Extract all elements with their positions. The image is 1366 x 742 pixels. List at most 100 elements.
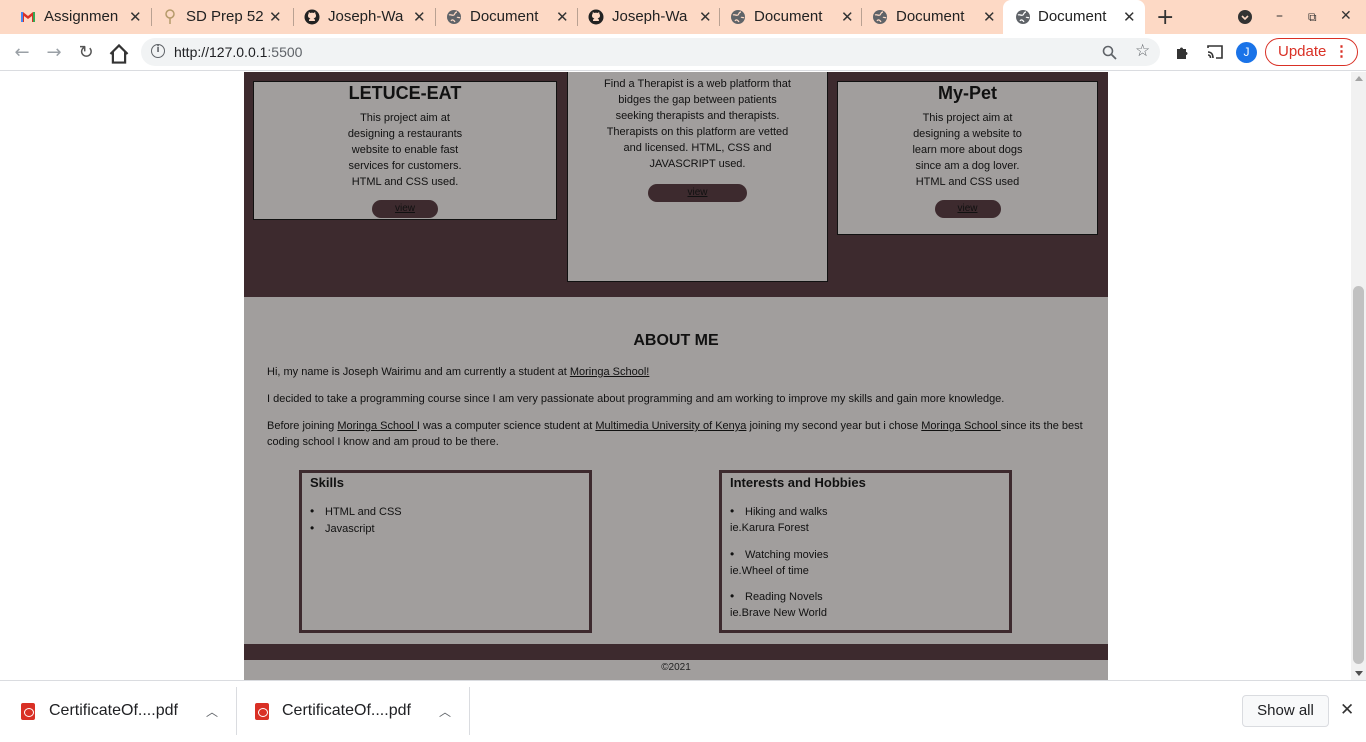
view-button[interactable]: view (372, 200, 438, 218)
tab-github-2[interactable]: Joseph-Wa ✕ (568, 0, 718, 34)
view-button[interactable]: view (934, 200, 1001, 218)
chevron-up-icon[interactable]: ︿ (206, 703, 218, 720)
globe-icon (873, 10, 887, 24)
close-tab-icon[interactable]: ✕ (269, 8, 282, 26)
globe-icon (731, 10, 745, 24)
page-scrollbar[interactable] (1351, 72, 1366, 680)
show-all-button[interactable]: Show all (1242, 695, 1329, 727)
hobby-example: ie.Wheel of time (730, 565, 809, 577)
tab-assignment[interactable]: Assignmen ✕ (0, 0, 150, 34)
forward-arrow-icon[interactable]: → (43, 41, 65, 63)
pdf-file-icon (21, 703, 35, 720)
skills-list: HTML and CSS Javascript (310, 503, 402, 537)
tree-icon (165, 9, 175, 24)
chevron-up-icon[interactable]: ︿ (439, 703, 451, 720)
github-icon (304, 9, 320, 25)
hobbies-heading: Interests and Hobbies (730, 475, 866, 490)
list-item: Reading Novels ie.Brave New World (730, 588, 827, 621)
scroll-down-icon[interactable] (1355, 671, 1363, 676)
project-description: This project aim at designing a restaura… (347, 112, 463, 188)
tab-title: Document (470, 8, 539, 25)
profile-avatar[interactable]: J (1236, 42, 1257, 63)
close-tab-icon[interactable]: ✕ (556, 8, 569, 26)
skill-label: Javascript (325, 523, 375, 535)
tab-document-1[interactable]: Document ✕ (426, 0, 576, 34)
skills-box: Skills HTML and CSS Javascript (299, 470, 592, 633)
about-text: I was a computer science student at (416, 420, 596, 432)
view-button[interactable]: view (648, 184, 747, 202)
update-button[interactable]: Update ⋮ (1265, 38, 1358, 66)
minimize-icon[interactable]: – (1276, 8, 1283, 24)
tab-title: Assignmen (44, 8, 119, 25)
site-info-icon[interactable]: i (151, 44, 165, 58)
close-window-icon[interactable]: ✕ (1340, 8, 1352, 24)
back-arrow-icon[interactable]: ← (11, 41, 33, 63)
new-tab-icon[interactable]: + (1156, 5, 1174, 30)
download-separator (469, 687, 470, 735)
address-bar[interactable]: i http://127.0.0.1:5500 ☆ (141, 38, 1160, 66)
tab-search-icon[interactable] (1237, 9, 1253, 25)
more-menu-icon[interactable]: ⋮ (1334, 39, 1349, 65)
close-tab-icon[interactable]: ✕ (1123, 8, 1136, 26)
skill-label: HTML and CSS (325, 506, 402, 518)
tab-document-3[interactable]: Document ✕ (852, 0, 1002, 34)
hobby-name: Reading Novels (730, 588, 827, 605)
footer-band (244, 644, 1108, 660)
tab-strip: Assignmen ✕ SD Prep 52 ✕ Joseph-Wa ✕ Doc… (0, 0, 1366, 34)
tab-sd-prep[interactable]: SD Prep 52 ✕ (142, 0, 292, 34)
list-item: Watching movies ie.Wheel of time (730, 546, 828, 579)
download-shelf: CertificateOf....pdf ︿ CertificateOf....… (0, 680, 1366, 741)
globe-icon (1016, 10, 1030, 24)
tab-github-1[interactable]: Joseph-Wa ✕ (284, 0, 434, 34)
scrollbar-thumb[interactable] (1353, 286, 1364, 664)
about-text: Before joining (267, 420, 338, 432)
pdf-file-icon (255, 703, 269, 720)
download-filename: CertificateOf....pdf (282, 702, 411, 719)
project-description: This project aim at designing a website … (912, 112, 1023, 188)
zoom-icon[interactable] (1102, 45, 1117, 60)
tab-title: Document (1038, 8, 1107, 25)
bookmark-star-icon[interactable]: ☆ (1135, 41, 1150, 61)
scroll-up-icon[interactable] (1355, 76, 1363, 81)
url-host: http://127.0.0.1 (174, 44, 268, 60)
hobby-example: ie.Brave New World (730, 607, 827, 619)
browser-toolbar: ← → ↻ i http://127.0.0.1:5500 ☆ J Update… (0, 34, 1366, 71)
about-paragraph-motivation: I decided to take a programming course s… (267, 393, 1005, 405)
moringa-school-link[interactable]: Moringa School (337, 420, 417, 432)
portfolio-site: LETUCE-EAT This project aim at designing… (244, 72, 1108, 680)
hobby-example: ie.Karura Forest (730, 522, 809, 534)
globe-icon (447, 10, 461, 24)
about-section: ABOUT ME Hi, my name is Joseph Wairimu a… (244, 297, 1108, 644)
hobby-name: Hiking and walks (730, 503, 828, 520)
about-paragraph-background: Before joining Moringa School I was a co… (267, 418, 1087, 450)
reload-icon[interactable]: ↻ (75, 41, 97, 63)
extensions-puzzle-icon[interactable] (1174, 44, 1191, 61)
tab-title: SD Prep 52 (186, 8, 264, 25)
download-item[interactable]: CertificateOf....pdf ︿ (237, 681, 469, 742)
close-shelf-icon[interactable]: ✕ (1340, 700, 1354, 720)
tab-title: Joseph-Wa (328, 8, 404, 25)
project-title: LETUCE-EAT (348, 83, 462, 103)
tab-document-2[interactable]: Document ✕ (710, 0, 860, 34)
list-item: Hiking and walks ie.Karura Forest (730, 503, 828, 536)
github-icon (588, 9, 604, 25)
close-tab-icon[interactable]: ✕ (983, 8, 996, 26)
tab-title: Joseph-Wa (612, 8, 688, 25)
hobby-name: Watching movies (730, 546, 828, 563)
skills-heading: Skills (310, 475, 344, 490)
restore-icon[interactable]: ⧉ (1308, 10, 1317, 25)
moringa-school-link[interactable]: Moringa School (921, 420, 1001, 432)
close-tab-icon[interactable]: ✕ (413, 8, 426, 26)
close-tab-icon[interactable]: ✕ (129, 8, 142, 26)
download-item[interactable]: CertificateOf....pdf ︿ (0, 681, 236, 742)
projects-section: LETUCE-EAT This project aim at designing… (244, 72, 1108, 297)
moringa-school-link[interactable]: Moringa School! (570, 366, 650, 378)
project-card-find-a-therapist: Find a Therapist is a web platform that … (567, 72, 828, 282)
multimedia-university-link[interactable]: Multimedia University of Kenya (595, 420, 746, 432)
tab-title: Document (754, 8, 823, 25)
tab-document-active[interactable]: Document ✕ (1003, 0, 1145, 34)
tab-title: Document (896, 8, 965, 25)
home-icon[interactable] (108, 43, 130, 65)
hobbies-box: Interests and Hobbies Hiking and walks i… (719, 470, 1012, 633)
cast-icon[interactable] (1206, 44, 1224, 60)
